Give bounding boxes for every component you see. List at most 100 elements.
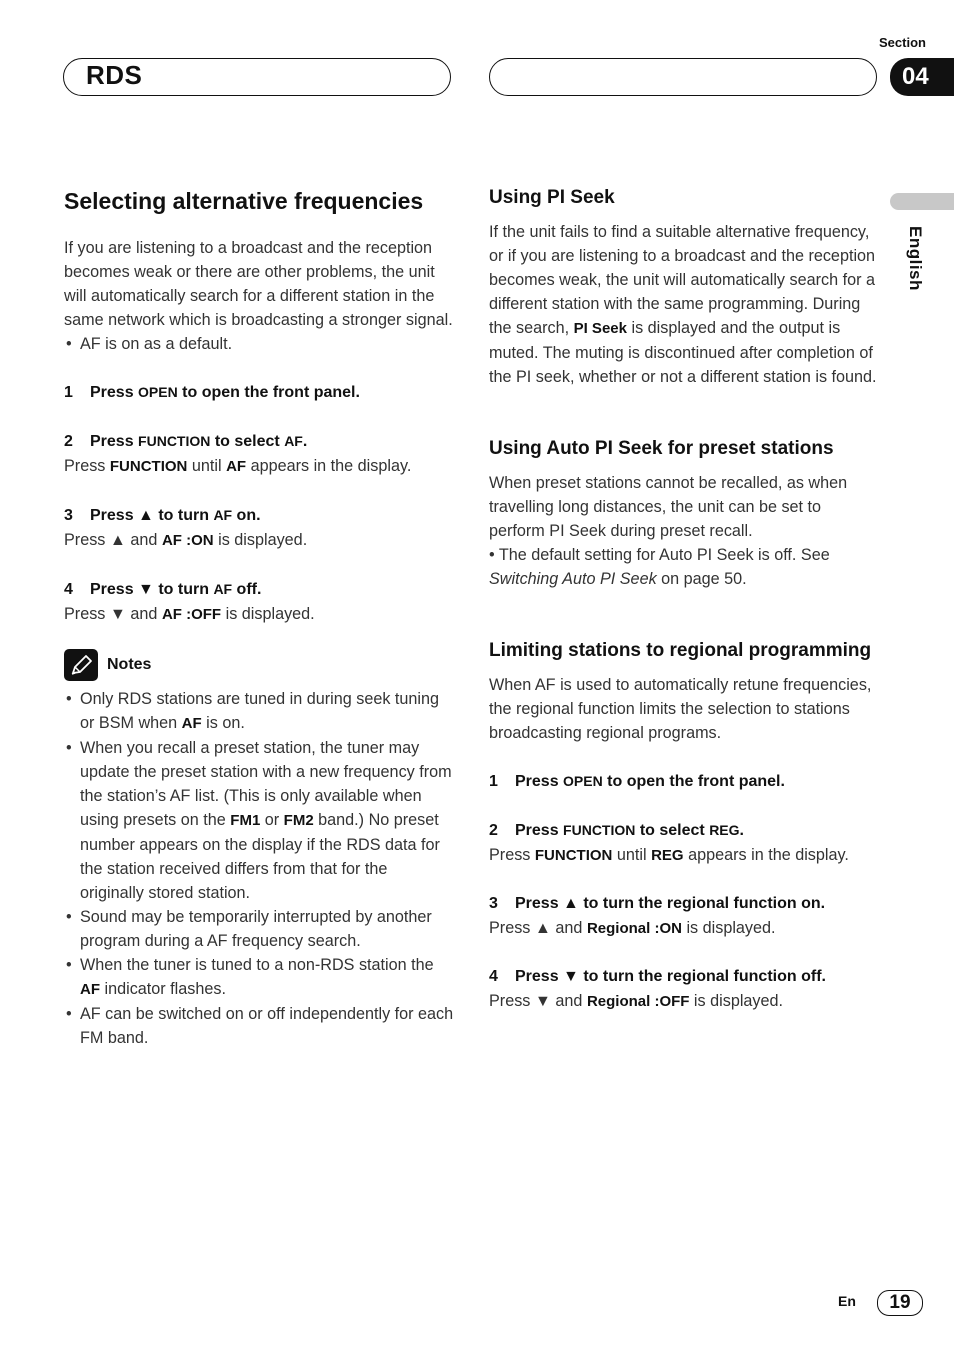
alt-freq-intro: If you are listening to a broadcast and … xyxy=(64,239,453,329)
step-number: 4 xyxy=(64,581,73,598)
step-text: to open the front panel. xyxy=(602,773,785,790)
alt-freq-default-bullet: AF is on as a default. xyxy=(64,332,454,356)
step-2-description: Press FUNCTION until AF appears in the d… xyxy=(64,454,454,479)
bullet-text: AF is on as a default. xyxy=(80,335,233,353)
step-number: 3 xyxy=(489,895,498,912)
down-arrow-icon: ▼ xyxy=(138,581,154,598)
language-code: En xyxy=(838,1293,856,1309)
step-text: Press xyxy=(515,895,564,912)
down-arrow-icon: ▼ xyxy=(534,992,551,1010)
display-text: FUNCTION xyxy=(534,847,613,864)
display-text: FM2 xyxy=(283,812,314,829)
step-number: 3 xyxy=(64,507,73,524)
regional-step-1: 1 Press OPEN to open the front panel. xyxy=(489,769,879,794)
note-text: When the tuner is tuned to a non-RDS sta… xyxy=(80,956,434,974)
note-item: When the tuner is tuned to a non-RDS sta… xyxy=(64,953,454,1002)
chapter-title-pill: RDS xyxy=(63,58,451,96)
bullet-text: The default setting for Auto PI Seek is … xyxy=(498,546,830,564)
desc-text: until xyxy=(612,846,652,864)
note-text: indicator flashes. xyxy=(100,980,226,998)
key-name: AF xyxy=(213,507,233,523)
step-1: 1 Press OPEN to open the front panel. xyxy=(64,380,454,405)
regional-step-3: 3 Press ▲ to turn the regional function o… xyxy=(489,892,879,916)
right-column: Using PI Seek If the unit fails to find … xyxy=(489,186,879,1014)
display-text: AF xyxy=(80,981,100,998)
down-arrow-icon: ▼ xyxy=(563,968,579,985)
step-text: Press xyxy=(90,384,139,401)
step-text: Press xyxy=(515,822,564,839)
down-arrow-icon: ▼ xyxy=(109,605,126,623)
step-4-description: Press ▼ and AF :OFF is displayed. xyxy=(64,602,454,627)
step-text: to turn xyxy=(153,507,214,524)
step-text: Press xyxy=(515,773,564,790)
display-text: FUNCTION xyxy=(109,458,188,475)
key-name: FUNCTION xyxy=(563,822,636,838)
step-text: to turn xyxy=(153,581,214,598)
desc-text: and xyxy=(550,992,587,1010)
pencil-note-icon xyxy=(64,649,98,681)
step-3-description: Press ▲ and AF :ON is displayed. xyxy=(64,528,454,553)
regional-step-4: 4 Press ▼ to turn the regional function o… xyxy=(489,965,879,989)
regional-step-3-description: Press ▲ and Regional :ON is displayed. xyxy=(489,916,879,941)
step-text: . xyxy=(302,433,308,450)
step-text: to turn the regional function off. xyxy=(578,968,826,985)
step-number: 4 xyxy=(489,968,498,985)
section-heading-regional: Limiting stations to regional programmin… xyxy=(489,640,872,661)
step-number: 2 xyxy=(64,433,73,450)
display-text: AF xyxy=(226,458,247,475)
step-4: 4 Press ▼ to turn AF off. xyxy=(64,577,454,602)
step-3: 3 Press ▲ to turn AF on. xyxy=(64,503,454,528)
up-arrow-icon: ▲ xyxy=(563,895,579,912)
desc-text: Press xyxy=(64,531,110,549)
chapter-title: RDS xyxy=(86,60,143,90)
note-item: AF can be switched on or off independent… xyxy=(64,1002,454,1050)
desc-text: Press xyxy=(64,605,110,623)
display-text: AF xyxy=(181,715,202,732)
desc-text: Press xyxy=(489,992,535,1010)
language-tab-bar xyxy=(890,193,954,210)
desc-text: and xyxy=(125,531,162,549)
step-text: to select xyxy=(635,822,710,839)
key-name: REG xyxy=(709,822,740,838)
display-text: Regional :ON xyxy=(586,920,682,937)
section-heading-auto-pi-seek: Using Auto PI Seek for preset stations xyxy=(489,438,834,459)
regional-step-4-description: Press ▼ and Regional :OFF is displayed. xyxy=(489,989,879,1014)
desc-text: is displayed. xyxy=(221,605,315,623)
desc-text: Press xyxy=(64,457,110,475)
display-text: PI Seek xyxy=(573,320,627,337)
desc-text: appears in the display. xyxy=(246,457,412,475)
step-text: Press xyxy=(515,968,564,985)
section-label: Section xyxy=(879,35,926,50)
page-number: 19 xyxy=(877,1290,923,1316)
notes-header: Notes xyxy=(64,649,454,681)
key-name: OPEN xyxy=(138,384,178,400)
notes-list: Only RDS stations are tuned in during se… xyxy=(64,687,454,1050)
step-number: 1 xyxy=(64,384,73,401)
desc-text: is displayed. xyxy=(681,919,776,937)
note-text: Only RDS stations are tuned in during se… xyxy=(80,690,440,732)
step-text: on. xyxy=(232,507,261,524)
step-number: 1 xyxy=(489,773,498,790)
desc-text: and xyxy=(125,605,162,623)
key-name: AF xyxy=(284,433,303,449)
step-text: to turn the regional function on. xyxy=(578,895,826,912)
up-arrow-icon: ▲ xyxy=(534,919,551,937)
note-text: Sound may be temporarily interrupted by … xyxy=(80,908,432,950)
empty-header-pill xyxy=(489,58,877,96)
desc-text: Press xyxy=(489,919,535,937)
up-arrow-icon: ▲ xyxy=(138,507,154,524)
cross-reference-link[interactable]: Switching Auto PI Seek xyxy=(489,570,657,588)
language-tab-label: English xyxy=(906,226,925,291)
step-text: to open the front panel. xyxy=(177,384,360,401)
display-text: FM1 xyxy=(230,812,261,829)
note-text: or xyxy=(260,811,284,829)
regional-body: When AF is used to automatically retune … xyxy=(489,676,872,742)
display-text: Regional :OFF xyxy=(586,993,690,1010)
section-heading-alt-freq: Selecting alternative frequencies xyxy=(64,188,424,214)
regional-step-2: 2 Press FUNCTION to select REG. xyxy=(489,818,879,843)
note-text: is on. xyxy=(201,714,245,732)
section-heading-pi-seek: Using PI Seek xyxy=(489,187,615,208)
desc-text: Press xyxy=(489,846,535,864)
step-2: 2 Press FUNCTION to select AF. xyxy=(64,429,454,454)
step-number: 2 xyxy=(489,822,498,839)
